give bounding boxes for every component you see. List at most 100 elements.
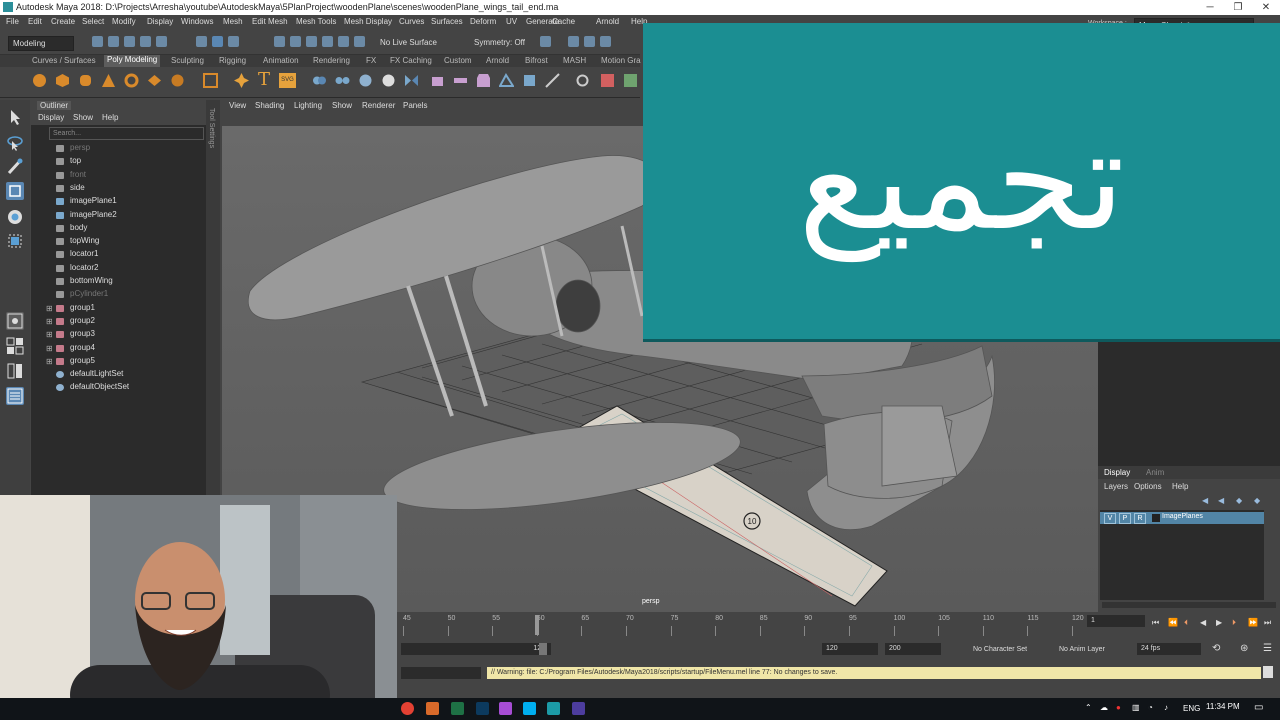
undo-icon[interactable] <box>140 36 151 47</box>
create-layer-icon[interactable]: ◆ <box>1236 496 1242 505</box>
platonic-solid-icon[interactable] <box>203 73 218 88</box>
auto-key-icon[interactable]: ⊛ <box>1240 643 1248 654</box>
layer-menu-options[interactable]: Options <box>1134 482 1162 491</box>
move-layer-up-icon[interactable]: ◀ <box>1202 496 1208 505</box>
viewport-menu-view[interactable]: View <box>229 101 246 110</box>
menu-select[interactable]: Select <box>82 17 104 26</box>
expand-icon[interactable]: ⊞ <box>46 317 53 326</box>
layer-scrollbar[interactable] <box>1102 602 1276 608</box>
outliner-item[interactable]: ⊞ group4 <box>31 342 206 355</box>
shelf-tab-curves-surfaces[interactable]: Curves / Surfaces <box>32 56 96 65</box>
premiere-icon[interactable] <box>499 702 512 715</box>
outliner-item[interactable]: ⊞ group2 <box>31 315 206 328</box>
shelf-tab-arnold[interactable]: Arnold <box>486 56 509 65</box>
shelf-tab-fx[interactable]: FX <box>366 56 376 65</box>
multi-cut-icon[interactable] <box>545 73 560 88</box>
photoshop-icon[interactable] <box>476 702 489 715</box>
target-weld-icon[interactable] <box>575 73 590 88</box>
excel-icon[interactable] <box>451 702 464 715</box>
poly-plane-icon[interactable] <box>147 73 162 88</box>
shelf-tab-rendering[interactable]: Rendering <box>313 56 350 65</box>
menu-surfaces[interactable]: Surfaces <box>431 17 463 26</box>
menu-mesh-display[interactable]: Mesh Display <box>344 17 392 26</box>
outliner-item[interactable]: defaultObjectSet <box>31 381 206 394</box>
menu-display[interactable]: Display <box>147 17 173 26</box>
poly-cone-icon[interactable] <box>101 73 116 88</box>
range-handle[interactable] <box>539 643 547 655</box>
time-marker[interactable] <box>535 615 539 635</box>
menu-edit[interactable]: Edit <box>28 17 42 26</box>
menu-arnold[interactable]: Arnold <box>596 17 619 26</box>
two-pane-layout-icon[interactable] <box>6 362 24 380</box>
outliner-item[interactable]: bottomWing <box>31 275 206 288</box>
outliner-item[interactable]: ⊞ group5 <box>31 355 206 368</box>
time-slider[interactable]: 45 50 55 60 65 70 75 80 85 90 95 100 105 110 115 120 1 … <box>397 612 1280 640</box>
chrome-icon[interactable] <box>401 702 414 715</box>
menu-edit-mesh[interactable]: Edit Mesh <box>252 17 288 26</box>
poly-cylinder-icon[interactable] <box>78 73 93 88</box>
symmetry-dropdown[interactable]: Symmetry: Off <box>474 38 525 47</box>
super-shape-icon[interactable] <box>234 73 249 88</box>
menu-mesh-tools[interactable]: Mesh Tools <box>296 17 336 26</box>
notifications-icon[interactable]: ▭ <box>1254 702 1263 713</box>
append-polygon-icon[interactable] <box>499 73 514 88</box>
render-icon[interactable] <box>568 36 579 47</box>
outliner-item[interactable]: locator2 <box>31 262 206 275</box>
playback-end-field[interactable]: 120 <box>822 643 878 655</box>
type-tool-icon[interactable]: T <box>258 69 270 90</box>
play-back-icon[interactable]: ◀ <box>1200 618 1206 627</box>
bridge-icon[interactable] <box>453 73 468 88</box>
wifi-icon[interactable]: ◔ <box>1148 703 1153 712</box>
shelf-tab-sculpting[interactable]: Sculpting <box>171 56 204 65</box>
antivirus-icon[interactable]: ● <box>1116 703 1121 712</box>
step-forward-icon[interactable]: ⏩ <box>1248 618 1258 627</box>
rotate-tool-icon[interactable] <box>6 208 24 226</box>
outliner-item[interactable]: imagePlane1 <box>31 195 206 208</box>
select-object-icon[interactable] <box>212 36 223 47</box>
bevel-icon[interactable] <box>476 73 491 88</box>
loop-icon[interactable]: ⟲ <box>1212 643 1220 654</box>
create-layer-selected-icon[interactable]: ◆ <box>1254 496 1260 505</box>
current-frame-field[interactable]: 1 <box>1087 615 1145 627</box>
select-tool-icon[interactable] <box>6 108 24 126</box>
outliner-tab[interactable]: Outliner <box>37 101 72 110</box>
poly-sphere-icon[interactable] <box>32 73 47 88</box>
step-back-icon[interactable]: ⏪ <box>1168 618 1178 627</box>
outliner-item[interactable]: front <box>31 169 206 182</box>
layer-menu-layers[interactable]: Layers <box>1104 482 1128 491</box>
separate-icon[interactable] <box>335 73 350 88</box>
viewport-menu-panels[interactable]: Panels <box>403 101 427 110</box>
layer-menu-help[interactable]: Help <box>1172 482 1188 491</box>
new-scene-icon[interactable] <box>92 36 103 47</box>
minimize-icon[interactable]: ─ <box>1196 0 1224 15</box>
mirror-icon[interactable] <box>404 73 419 88</box>
onedrive-icon[interactable]: ☁ <box>1100 703 1108 712</box>
snap-point-icon[interactable] <box>306 36 317 47</box>
menu-cache[interactable]: Cache <box>552 17 575 26</box>
paint-select-icon[interactable] <box>6 158 24 176</box>
snap-curve-icon[interactable] <box>290 36 301 47</box>
outliner-item[interactable]: defaultLightSet <box>31 368 206 381</box>
network-icon[interactable]: ▥ <box>1132 703 1140 712</box>
menu-windows[interactable]: Windows <box>181 17 213 26</box>
expand-icon[interactable]: ⊞ <box>46 344 53 353</box>
outliner-item[interactable]: ⊞ group3 <box>31 328 206 341</box>
menu-uv[interactable]: UV <box>506 17 517 26</box>
outliner-item[interactable]: imagePlane2 <box>31 209 206 222</box>
close-icon[interactable]: ✕ <box>1252 0 1280 15</box>
menu-file[interactable]: File <box>6 17 19 26</box>
viewport-menu-shading[interactable]: Shading <box>255 101 284 110</box>
quad-draw-icon[interactable] <box>623 73 638 88</box>
combine-icon[interactable] <box>312 73 327 88</box>
outliner-menu-show[interactable]: Show <box>73 113 93 122</box>
obs-icon[interactable] <box>572 702 585 715</box>
layer-name[interactable]: ImagePlanes <box>1162 513 1203 520</box>
outliner-item[interactable]: pCylinder1 <box>31 288 206 301</box>
poly-torus-icon[interactable] <box>124 73 139 88</box>
fps-dropdown[interactable]: 24 fps <box>1137 643 1201 655</box>
go-end-icon[interactable]: ⏭ <box>1264 618 1271 628</box>
prev-key-icon[interactable]: ⏴ <box>1184 618 1188 628</box>
layer-color-swatch[interactable] <box>1152 514 1160 522</box>
next-key-icon[interactable]: ⏵ <box>1232 618 1236 628</box>
prefs-icon[interactable]: ☰ <box>1263 643 1272 654</box>
